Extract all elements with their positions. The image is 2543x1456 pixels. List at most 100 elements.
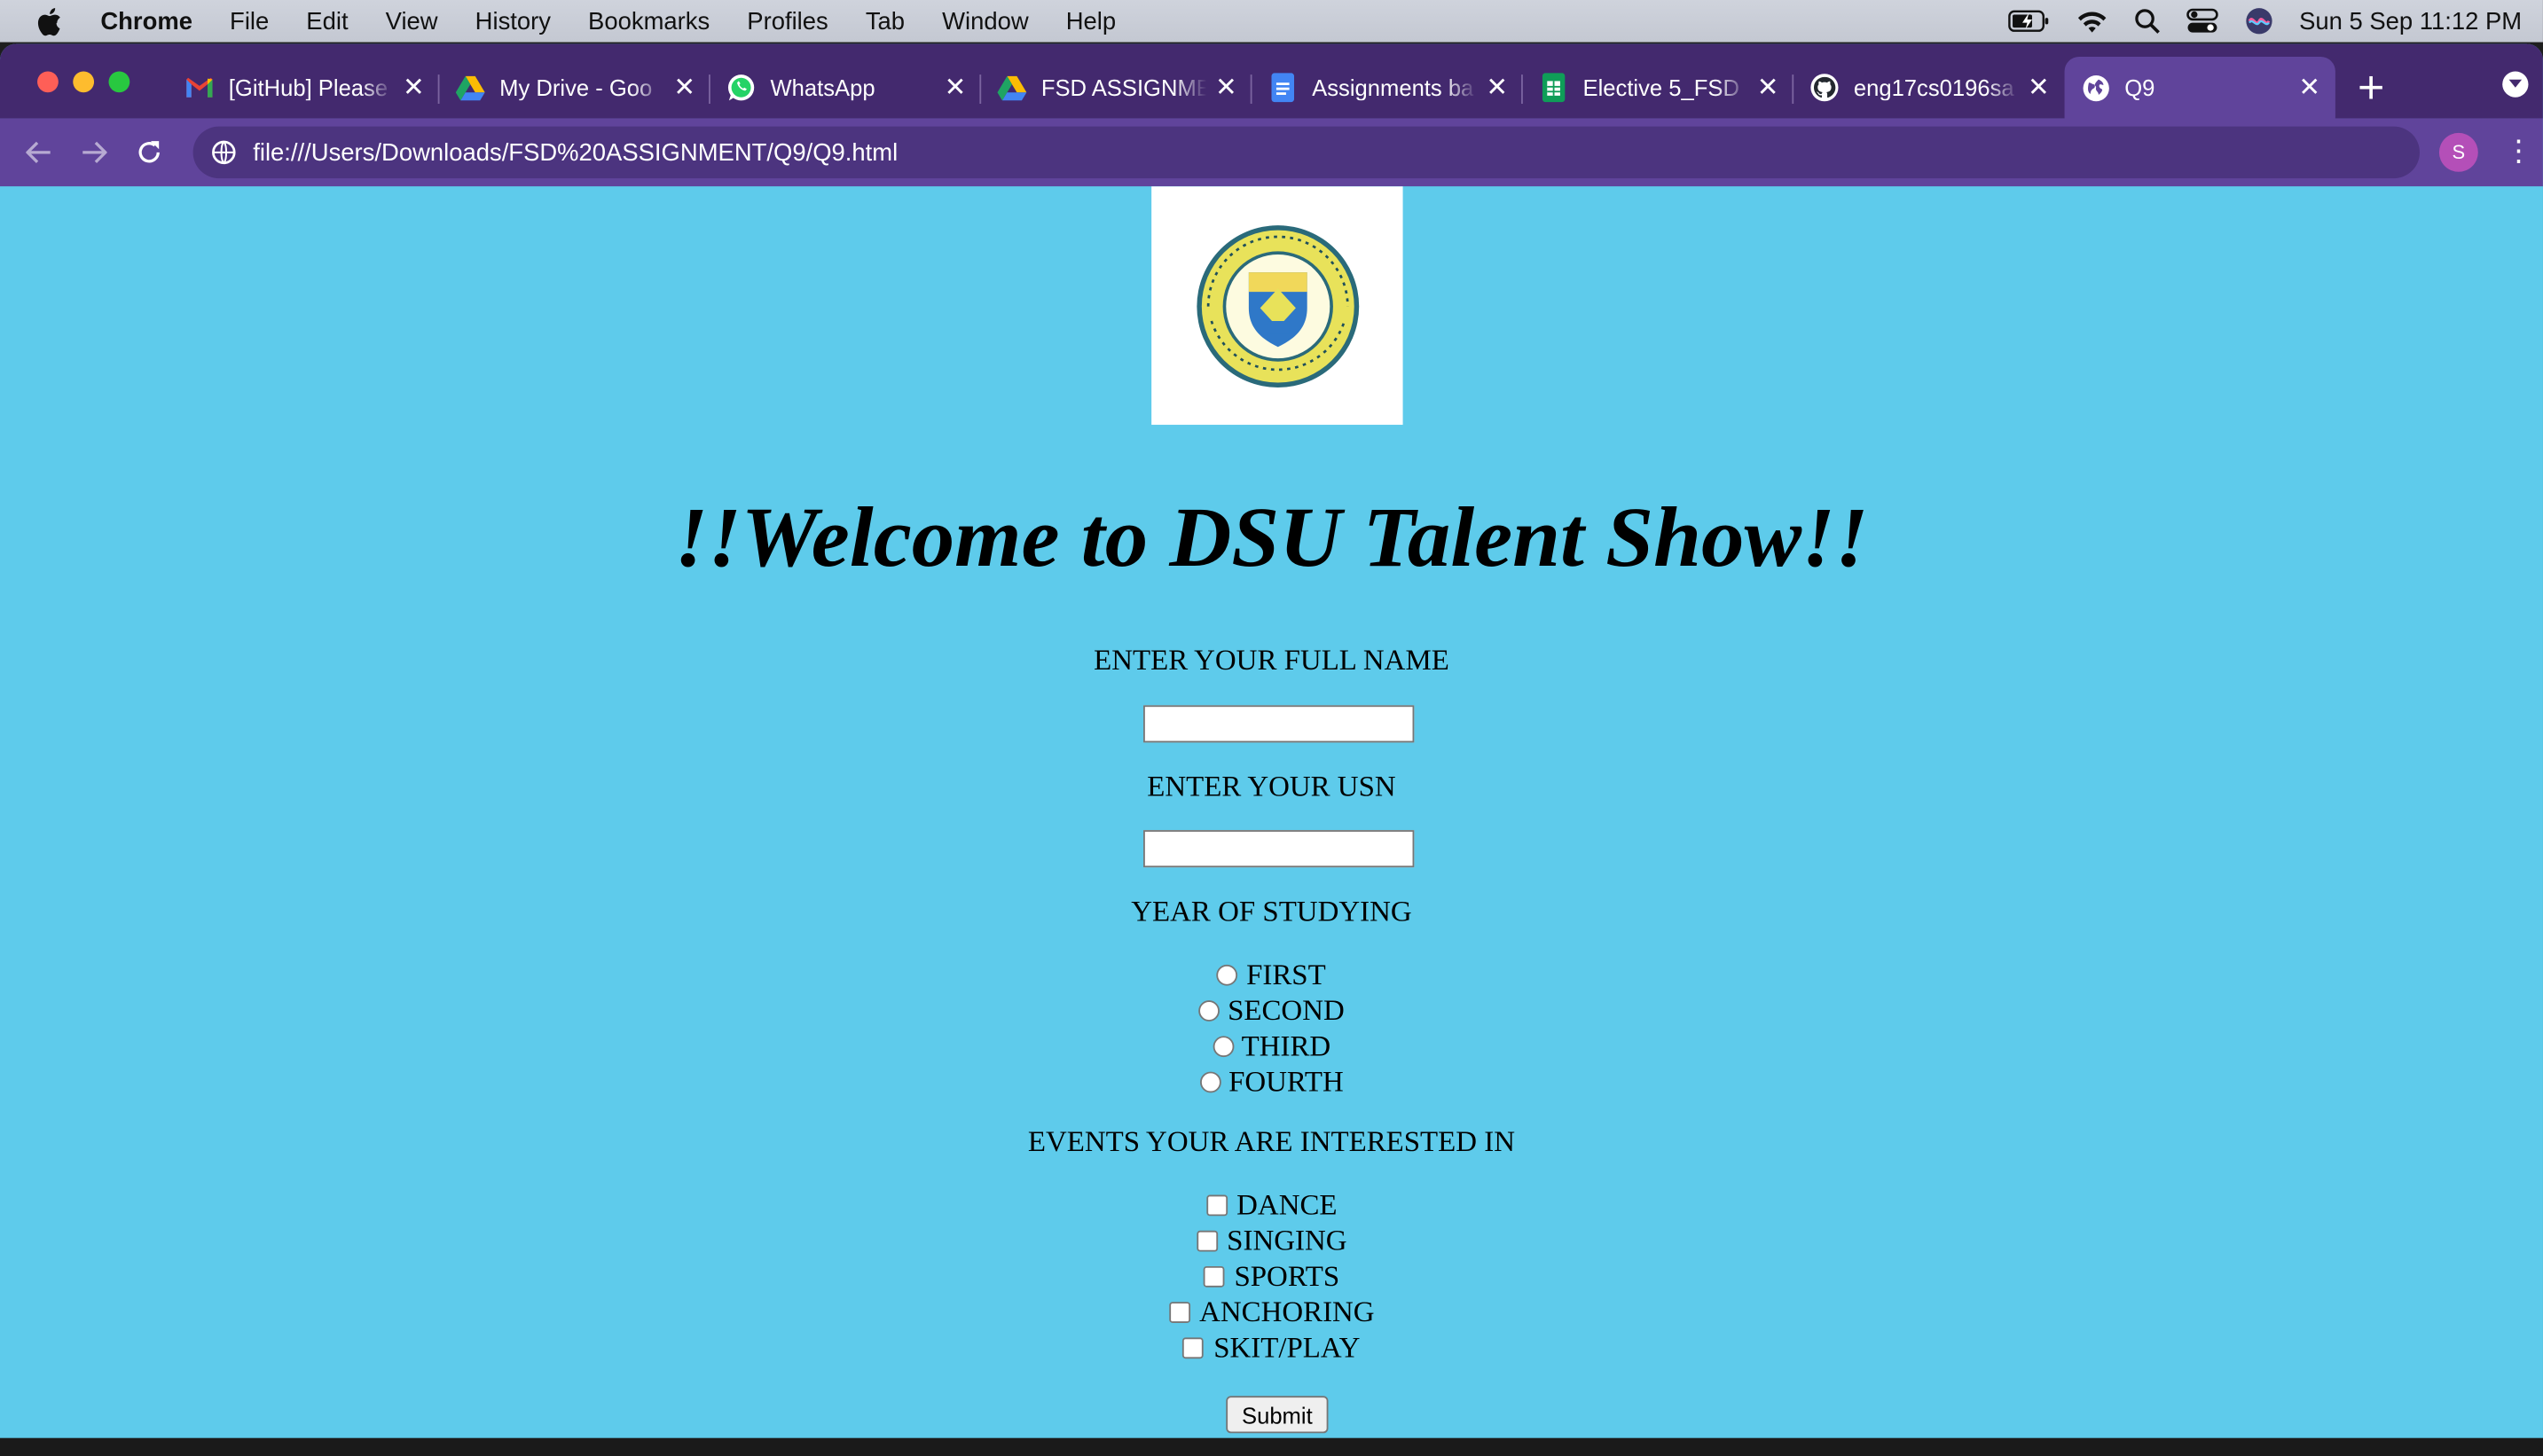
close-tab-icon[interactable]: ✕ [2296,71,2322,104]
checkbox-label: SPORTS [1234,1259,1340,1293]
tab-title: Assignments ba [1312,74,1474,101]
radio-second[interactable] [1198,1000,1220,1022]
radio-third[interactable] [1212,1036,1234,1058]
menu-bookmarks[interactable]: Bookmarks [588,7,710,35]
radio-fourth[interactable] [1199,1071,1220,1093]
battery-icon[interactable] [2007,10,2050,33]
browser-toolbar: file:///Users/Downloads/FSD%20ASSIGNMENT… [0,118,2543,187]
tab-search-icon[interactable] [2502,71,2529,98]
site-info-icon[interactable] [209,137,239,167]
event-option-dance[interactable]: DANCE [0,1188,2543,1222]
event-option-sports[interactable]: SPORTS [0,1260,2543,1294]
profile-avatar[interactable]: S [2438,132,2478,172]
usn-input[interactable] [1143,830,1415,868]
submit-button[interactable]: Submit [1226,1396,1329,1434]
desktop-edge [0,1437,2543,1456]
page-content: !!Welcome to DSU Talent Show!! ENTER YOU… [0,186,2543,1438]
chrome-window: [GitHub] Please ✕ My Drive - Goo ✕ Whats… [0,43,2543,1438]
tab-q9-active[interactable]: Q9 ✕ [2064,56,2335,119]
tab-fsd-assignment[interactable]: FSD ASSIGNME ✕ [981,57,1252,118]
zoom-window-button[interactable] [108,71,130,93]
whatsapp-icon [726,73,756,102]
checkbox-sports[interactable] [1203,1265,1225,1288]
checkbox-label: SKIT/PLAY [1213,1331,1361,1364]
reload-icon[interactable] [122,139,177,165]
close-tab-icon[interactable]: ✕ [1213,71,1239,104]
close-tab-icon[interactable]: ✕ [1484,71,1510,104]
menu-tab[interactable]: Tab [866,7,905,35]
macos-menu-bar: Chrome File Edit View History Bookmarks … [0,0,2543,43]
event-option-singing[interactable]: SINGING [0,1224,2543,1257]
menu-help[interactable]: Help [1066,7,1116,35]
radio-label: THIRD [1241,1029,1331,1062]
close-tab-icon[interactable]: ✕ [671,71,697,104]
tab-whatsapp[interactable]: WhatsApp ✕ [710,57,982,118]
address-bar[interactable]: file:///Users/Downloads/FSD%20ASSIGNMENT… [192,126,2420,179]
chrome-menu-icon[interactable]: ⋮ [2504,135,2533,168]
wifi-icon[interactable] [2076,9,2108,33]
spotlight-search-icon[interactable] [2134,8,2160,34]
year-option-first[interactable]: FIRST [0,959,2543,992]
tab-title: [GitHub] Please [228,74,389,101]
tab-title: My Drive - Goo [499,74,653,101]
menu-file[interactable]: File [230,7,269,35]
menu-window[interactable]: Window [942,7,1029,35]
menu-profiles[interactable]: Profiles [747,7,828,35]
checkbox-label: ANCHORING [1199,1295,1375,1328]
forward-arrow-icon[interactable] [67,141,122,164]
screen: Chrome File Edit View History Bookmarks … [0,0,2543,1456]
full-name-label: ENTER YOUR FULL NAME [1094,643,1449,677]
close-tab-icon[interactable]: ✕ [942,71,968,104]
tab-title: FSD ASSIGNME [1040,74,1207,101]
tab-title: Elective 5_FSD [1582,74,1739,101]
menu-edit[interactable]: Edit [306,7,348,35]
tab-elective-sheet[interactable]: Elective 5_FSD ✕ [1523,57,1794,118]
menu-history[interactable]: History [475,7,551,35]
checkbox-singing[interactable] [1196,1230,1218,1252]
control-center-icon[interactable] [2186,8,2218,34]
apple-icon[interactable] [35,5,65,36]
menu-view[interactable]: View [386,7,438,35]
tab-title: WhatsApp [770,74,875,101]
close-tab-icon[interactable]: ✕ [1754,71,1780,104]
year-option-second[interactable]: SECOND [0,994,2543,1028]
tab-title: Q9 [2124,74,2155,101]
checkbox-skit-play[interactable] [1182,1337,1205,1359]
page-heading: !!Welcome to DSU Talent Show!! [674,491,1869,586]
google-docs-icon [1268,73,1298,103]
tab-list: [GitHub] Please ✕ My Drive - Goo ✕ Whats… [169,56,2543,119]
usn-label: ENTER YOUR USN [1147,770,1396,803]
checkbox-dance[interactable] [1205,1194,1228,1217]
menubar-datetime[interactable]: Sun 5 Sep 11:12 PM [2299,7,2522,35]
tab-github-email[interactable]: [GitHub] Please ✕ [169,57,440,118]
radio-label: FOURTH [1228,1065,1344,1098]
event-option-anchoring[interactable]: ANCHORING [0,1296,2543,1329]
google-drive-icon [997,73,1027,102]
github-icon [1809,73,1839,102]
siri-icon[interactable] [2244,6,2273,35]
google-sheets-icon [1539,73,1568,103]
event-option-skit-play[interactable]: SKIT/PLAY [0,1331,2543,1365]
dsu-seal-image [1196,224,1359,387]
google-drive-icon [455,73,485,102]
close-tab-icon[interactable]: ✕ [2026,71,2052,104]
close-window-button[interactable] [37,71,59,93]
tab-github-repo[interactable]: eng17cs0196sa ✕ [1793,57,2064,118]
new-tab-button[interactable] [2339,57,2404,118]
full-name-input[interactable] [1143,705,1415,743]
gmail-icon [184,73,214,102]
menu-app-name[interactable]: Chrome [100,7,192,35]
back-arrow-icon[interactable] [12,141,67,164]
checkbox-anchoring[interactable] [1168,1302,1190,1323]
checkbox-label: SINGING [1227,1224,1347,1257]
tab-my-drive[interactable]: My Drive - Goo ✕ [439,57,710,118]
radio-first[interactable] [1217,964,1238,986]
year-option-third[interactable]: THIRD [0,1029,2543,1063]
status-area: Sun 5 Sep 11:12 PM [2007,6,2522,35]
tab-strip: [GitHub] Please ✕ My Drive - Goo ✕ Whats… [0,43,2543,119]
year-option-fourth[interactable]: FOURTH [0,1065,2543,1099]
close-tab-icon[interactable]: ✕ [401,71,427,104]
tab-assignments-doc[interactable]: Assignments ba ✕ [1252,57,1523,118]
events-label: EVENTS YOUR ARE INTERESTED IN [1027,1124,1516,1158]
minimize-window-button[interactable] [73,71,95,93]
